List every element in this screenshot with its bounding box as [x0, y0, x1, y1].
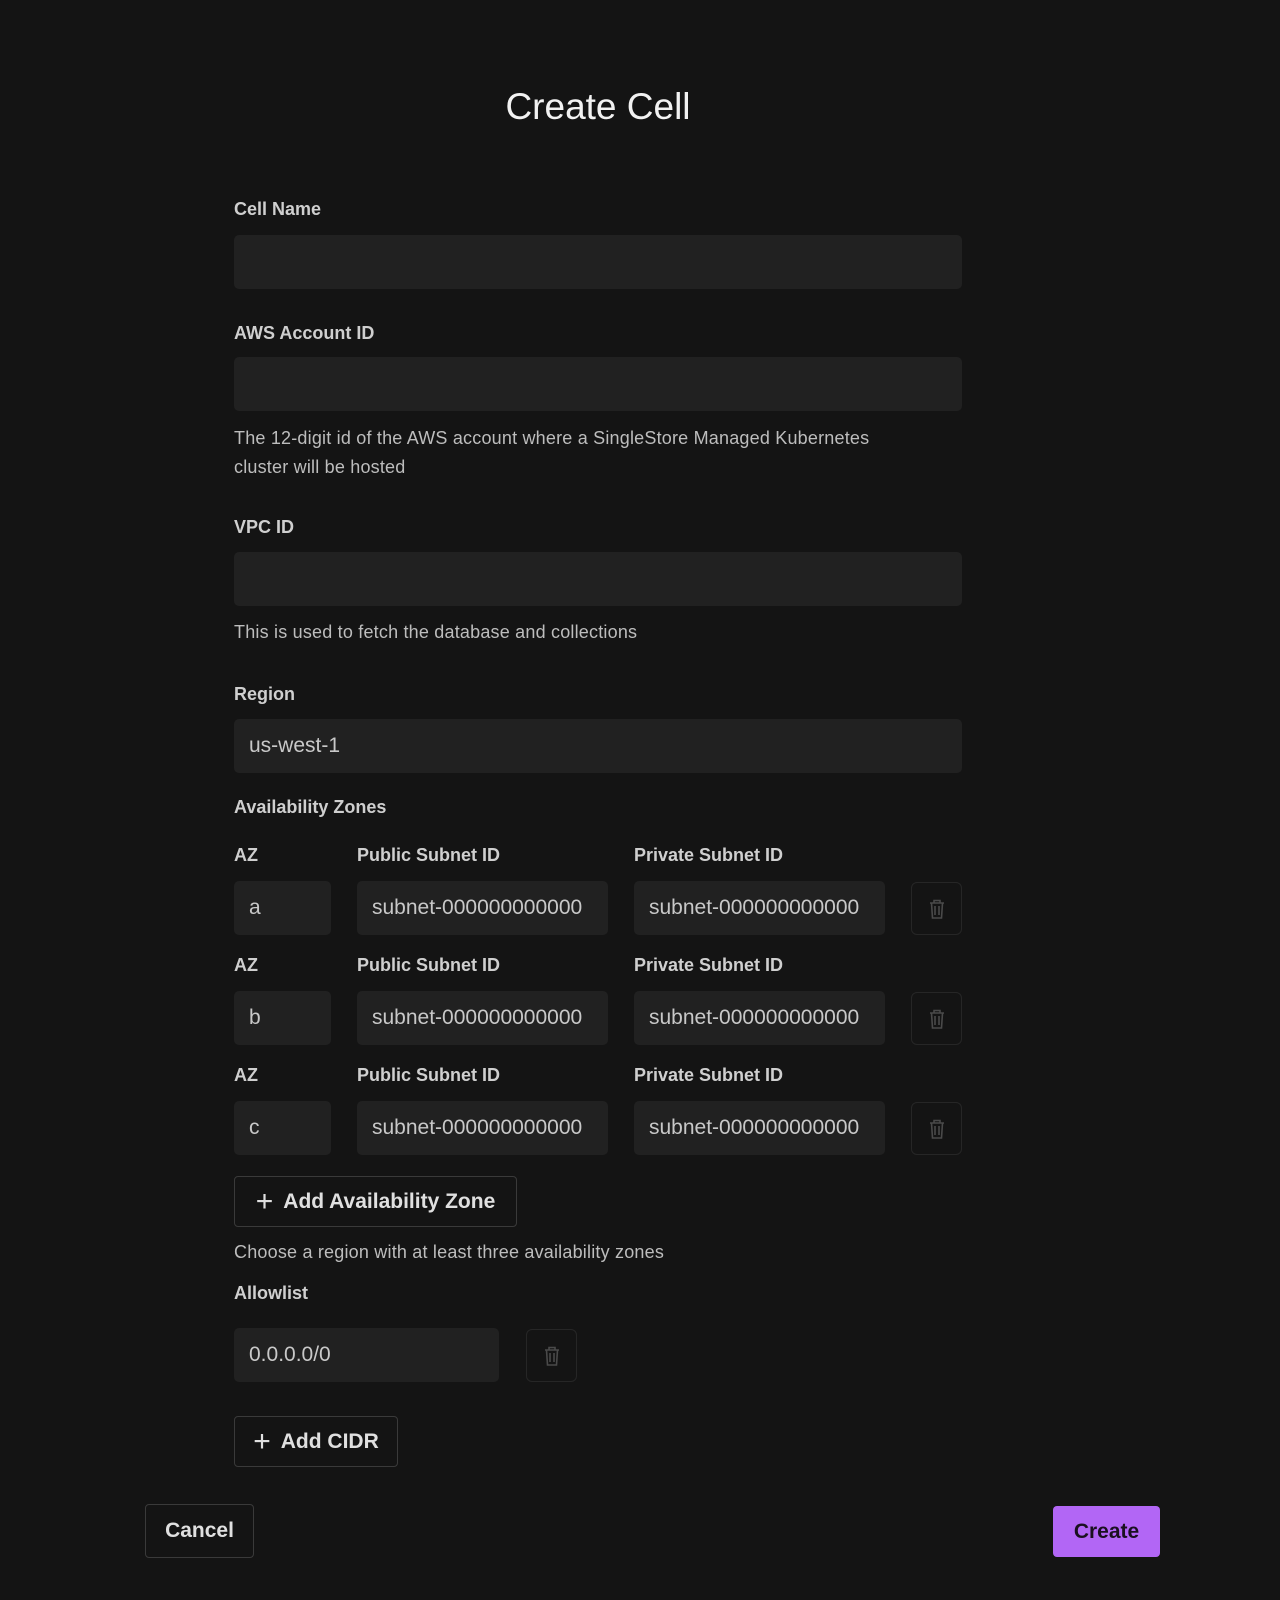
add-availability-zone-button[interactable]: + Add Availability Zone — [234, 1176, 517, 1227]
cell-name-label: Cell Name — [234, 199, 322, 219]
az-column-label: AZ — [234, 955, 258, 975]
plus-icon: + — [253, 1424, 271, 1458]
delete-availability-zone-button[interactable] — [911, 1102, 962, 1155]
vpc-id-label: VPC ID — [234, 517, 295, 537]
private-subnet-input[interactable]: subnet-000000000000 — [634, 991, 885, 1045]
trash-icon — [929, 1009, 944, 1029]
public-subnet-column-label: Public Subnet ID — [357, 955, 501, 975]
aws-account-id-help: The 12-digit id of the AWS account where… — [234, 424, 869, 482]
private-subnet-column-label: Private Subnet ID — [634, 1065, 784, 1085]
trash-icon — [544, 1346, 559, 1366]
vpc-id-input[interactable] — [234, 552, 962, 606]
az-input[interactable]: c — [234, 1101, 331, 1155]
az-input[interactable]: a — [234, 881, 331, 935]
private-subnet-column-label: Private Subnet ID — [634, 845, 784, 865]
add-cidr-label: Add CIDR — [280, 1429, 379, 1453]
availability-zones-label: Availability Zones — [234, 797, 387, 817]
plus-icon: + — [255, 1184, 274, 1218]
trash-icon — [929, 899, 944, 919]
availability-zones-help: Choose a region with at least three avai… — [234, 1242, 665, 1262]
add-availability-zone-label: Add Availability Zone — [283, 1189, 496, 1213]
private-subnet-input[interactable]: subnet-000000000000 — [634, 1101, 885, 1155]
public-subnet-input[interactable]: subnet-000000000000 — [357, 881, 608, 935]
delete-availability-zone-button[interactable] — [911, 882, 962, 935]
public-subnet-column-label: Public Subnet ID — [357, 1065, 501, 1085]
public-subnet-input[interactable]: subnet-000000000000 — [357, 991, 608, 1045]
help-line: cluster will be hosted — [234, 457, 406, 477]
cancel-button[interactable]: Cancel — [145, 1504, 254, 1558]
help-line: The 12-digit id of the AWS account where… — [234, 428, 870, 448]
vpc-id-help: This is used to fetch the database and c… — [234, 622, 638, 642]
region-input[interactable]: us-west-1 — [234, 719, 962, 773]
region-label: Region — [234, 684, 295, 704]
allowlist-cidr-input[interactable]: 0.0.0.0/0 — [234, 1328, 499, 1382]
create-button[interactable]: Create — [1053, 1506, 1160, 1557]
public-subnet-input[interactable]: subnet-000000000000 — [357, 1101, 608, 1155]
private-subnet-column-label: Private Subnet ID — [634, 955, 784, 975]
add-cidr-button[interactable]: + Add CIDR — [234, 1416, 398, 1467]
aws-account-id-label: AWS Account ID — [234, 323, 375, 343]
az-input[interactable]: b — [234, 991, 331, 1045]
delete-cidr-button[interactable] — [526, 1329, 577, 1382]
aws-account-id-input[interactable] — [234, 357, 962, 411]
cell-name-input[interactable] — [234, 235, 962, 289]
private-subnet-input[interactable]: subnet-000000000000 — [634, 881, 885, 935]
delete-availability-zone-button[interactable] — [911, 992, 962, 1045]
page-title: Create Cell — [505, 86, 691, 127]
trash-icon — [929, 1119, 944, 1139]
public-subnet-column-label: Public Subnet ID — [357, 845, 501, 865]
allowlist-label: Allowlist — [234, 1283, 309, 1303]
az-column-label: AZ — [234, 845, 258, 865]
az-column-label: AZ — [234, 1065, 258, 1085]
